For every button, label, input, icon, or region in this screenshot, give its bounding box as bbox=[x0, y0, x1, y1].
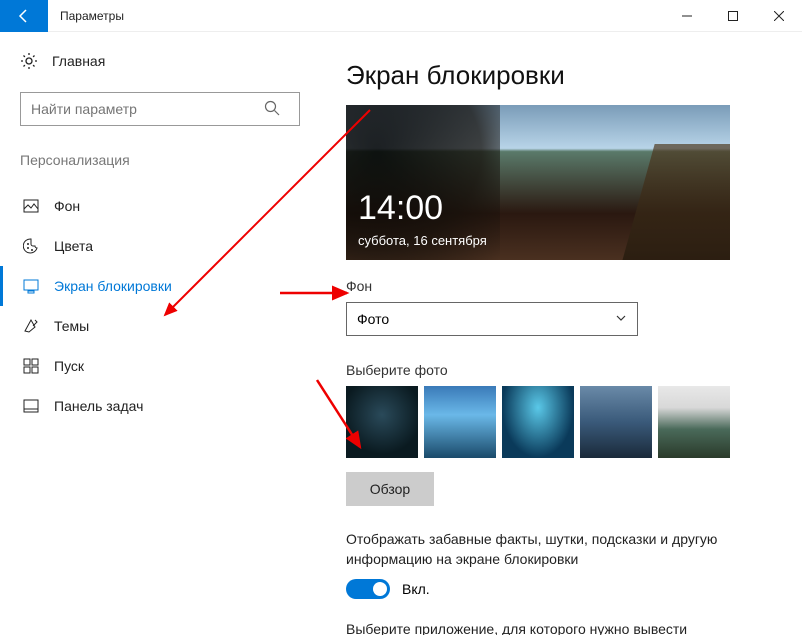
page-title: Экран блокировки bbox=[346, 60, 778, 91]
sidebar-item-background[interactable]: Фон bbox=[20, 186, 290, 226]
choose-app-text: Выберите приложение, для которого нужно … bbox=[346, 621, 778, 635]
sidebar-item-label: Панель задач bbox=[54, 398, 143, 414]
sidebar-item-label: Фон bbox=[54, 198, 80, 214]
start-icon bbox=[22, 358, 40, 374]
maximize-icon bbox=[728, 11, 738, 21]
photo-thumbnails bbox=[346, 386, 778, 458]
tips-text: Отображать забавные факты, шутки, подска… bbox=[346, 530, 726, 569]
sidebar-item-label: Цвета bbox=[54, 238, 93, 254]
window-title: Параметры bbox=[60, 9, 664, 23]
sidebar-item-taskbar[interactable]: Панель задач bbox=[20, 386, 290, 426]
sidebar: Главная Персонализация Фон Цвета Экран б… bbox=[0, 32, 310, 635]
thumbnail[interactable] bbox=[424, 386, 496, 458]
choose-photo-label: Выберите фото bbox=[346, 362, 778, 378]
sidebar-item-themes[interactable]: Темы bbox=[20, 306, 290, 346]
preview-time: 14:00 bbox=[358, 189, 443, 228]
home-label: Главная bbox=[52, 53, 105, 69]
sidebar-item-start[interactable]: Пуск bbox=[20, 346, 290, 386]
sidebar-item-colors[interactable]: Цвета bbox=[20, 226, 290, 266]
lockscreen-preview: 14:00 суббота, 16 сентября bbox=[346, 105, 730, 260]
minimize-button[interactable] bbox=[664, 0, 710, 32]
window-controls bbox=[664, 0, 802, 32]
close-button[interactable] bbox=[756, 0, 802, 32]
thumbnail[interactable] bbox=[658, 386, 730, 458]
gear-icon bbox=[20, 52, 38, 70]
sidebar-item-label: Пуск bbox=[54, 358, 84, 374]
search-icon bbox=[264, 100, 280, 121]
palette-icon bbox=[22, 238, 40, 254]
toggle-label: Вкл. bbox=[402, 581, 430, 597]
tips-toggle[interactable] bbox=[346, 579, 390, 599]
dropdown-value: Фото bbox=[357, 311, 389, 327]
background-label: Фон bbox=[346, 278, 778, 294]
back-button[interactable] bbox=[0, 0, 48, 32]
thumbnail[interactable] bbox=[502, 386, 574, 458]
background-dropdown[interactable]: Фото bbox=[346, 302, 638, 336]
picture-icon bbox=[22, 198, 40, 214]
main-panel: Экран блокировки 14:00 суббота, 16 сентя… bbox=[310, 32, 802, 635]
category-label: Персонализация bbox=[20, 152, 290, 168]
titlebar: Параметры bbox=[0, 0, 802, 32]
sidebar-item-label: Экран блокировки bbox=[54, 278, 172, 294]
taskbar-icon bbox=[22, 398, 40, 414]
search-input[interactable] bbox=[20, 92, 300, 126]
arrow-left-icon bbox=[16, 8, 32, 24]
lockscreen-icon bbox=[22, 278, 40, 294]
minimize-icon bbox=[682, 11, 692, 21]
themes-icon bbox=[22, 318, 40, 334]
search-box[interactable] bbox=[20, 92, 290, 126]
maximize-button[interactable] bbox=[710, 0, 756, 32]
close-icon bbox=[774, 11, 784, 21]
tips-toggle-row: Вкл. bbox=[346, 579, 778, 599]
thumbnail[interactable] bbox=[580, 386, 652, 458]
sidebar-item-label: Темы bbox=[54, 318, 89, 334]
home-link[interactable]: Главная bbox=[20, 52, 290, 70]
preview-date: суббота, 16 сентября bbox=[358, 233, 487, 248]
sidebar-item-lockscreen[interactable]: Экран блокировки bbox=[0, 266, 290, 306]
chevron-down-icon bbox=[615, 311, 627, 327]
browse-button[interactable]: Обзор bbox=[346, 472, 434, 506]
thumbnail[interactable] bbox=[346, 386, 418, 458]
